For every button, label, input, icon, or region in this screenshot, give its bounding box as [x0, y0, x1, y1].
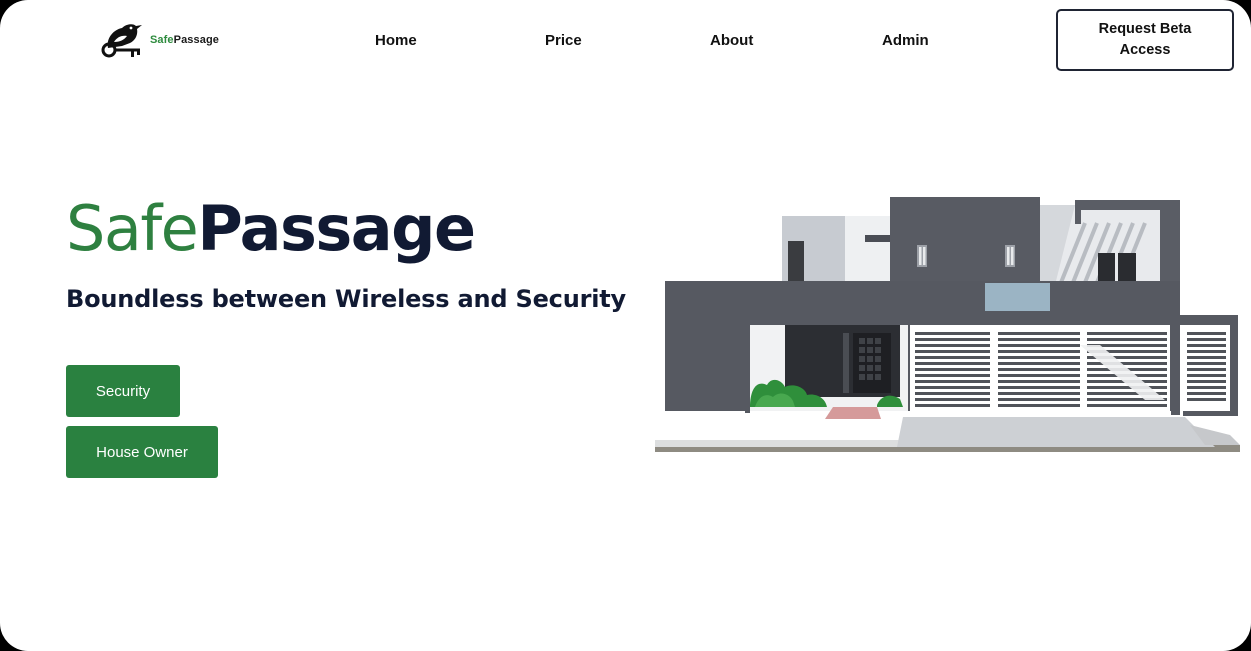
- house-owner-button[interactable]: House Owner: [66, 426, 218, 478]
- nav-price-link[interactable]: Price: [545, 32, 582, 49]
- hero-subtitle: Boundless between Wireless and Security: [66, 285, 626, 313]
- page: SafePassage Home Price About Admin Reque…: [0, 0, 1251, 651]
- hero-title-safe: Safe: [66, 192, 199, 265]
- logo-text-passage: Passage: [173, 34, 219, 46]
- brand-logo[interactable]: SafePassage: [100, 20, 219, 60]
- hero-title-passage: Passage: [197, 192, 476, 265]
- logo-text-safe: Safe: [150, 34, 174, 46]
- nav-admin-link[interactable]: Admin: [882, 32, 929, 49]
- hero-title: SafePassage: [66, 192, 476, 265]
- modern-house-illustration: [655, 197, 1240, 452]
- logo-wordmark: SafePassage: [150, 34, 219, 46]
- security-button[interactable]: Security: [66, 365, 180, 417]
- nav-home-link[interactable]: Home: [375, 32, 417, 49]
- request-beta-access-button[interactable]: Request Beta Access: [1056, 9, 1234, 71]
- bird-key-icon: [101, 24, 142, 58]
- nav-about-link[interactable]: About: [710, 32, 753, 49]
